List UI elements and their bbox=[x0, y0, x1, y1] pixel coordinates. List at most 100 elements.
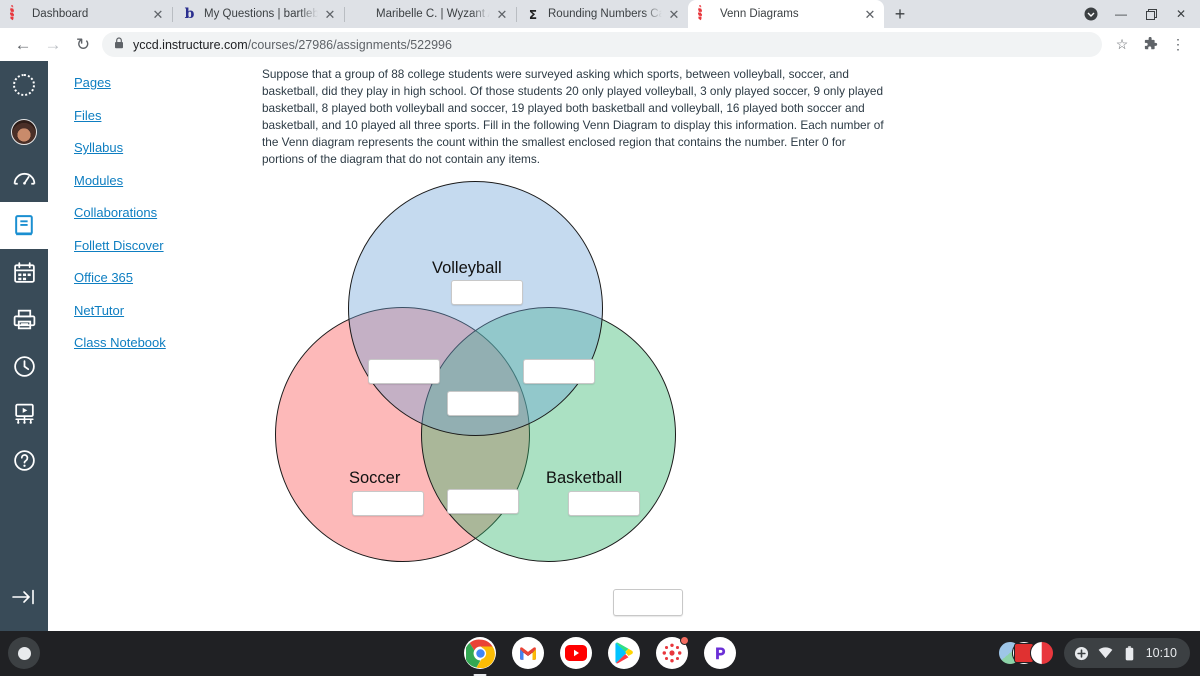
venn-label-basketball: Basketball bbox=[546, 469, 622, 488]
browser-menu-icon[interactable]: ⋮ bbox=[1164, 31, 1192, 59]
sidebar-item-studio[interactable] bbox=[0, 390, 48, 437]
course-nav-item-modules[interactable]: Modules bbox=[74, 173, 123, 188]
chromeos-shelf: 10:10 bbox=[0, 631, 1200, 675]
nav-collapse-button[interactable] bbox=[0, 577, 48, 617]
clock-time[interactable]: 10:10 bbox=[1146, 646, 1177, 660]
venn-diagram: Volleyball Soccer Basketball bbox=[258, 181, 698, 581]
avatar bbox=[11, 119, 37, 145]
reload-button[interactable]: ↻ bbox=[68, 30, 98, 60]
back-button[interactable]: ← bbox=[8, 30, 38, 60]
course-nav-item-class-notebook[interactable]: Class Notebook bbox=[74, 335, 166, 350]
calendar-icon bbox=[12, 260, 37, 285]
volleyball-basketball-input[interactable] bbox=[523, 359, 595, 384]
sigma-icon: Σ bbox=[526, 7, 541, 22]
sidebar-item-dashboard[interactable] bbox=[0, 155, 48, 202]
volleyball-soccer-input[interactable] bbox=[368, 359, 440, 384]
course-nav-item-follett-discover[interactable]: Follett Discover bbox=[74, 238, 164, 253]
canvas-ring-icon bbox=[698, 7, 713, 22]
tab-close-button[interactable]: ✕ bbox=[494, 6, 510, 22]
venn-label-soccer: Soccer bbox=[349, 469, 400, 488]
studio-icon bbox=[12, 401, 37, 426]
play-store-icon[interactable] bbox=[608, 637, 640, 669]
chrome-icon[interactable] bbox=[464, 637, 496, 669]
collapse-arrow-icon bbox=[11, 588, 37, 606]
url-host: yccd.instructure.com bbox=[133, 38, 248, 52]
sidebar-item-history[interactable] bbox=[0, 343, 48, 390]
notification-badge bbox=[680, 636, 689, 645]
url-path: /courses/27986/assignments/522996 bbox=[248, 38, 452, 52]
browser-tab-bartleby[interactable]: b My Questions | bartleby ✕ bbox=[172, 0, 344, 28]
volleyball-only-input[interactable] bbox=[451, 280, 523, 305]
page-viewport: Pages Files Syllabus Modules Collaborati… bbox=[0, 61, 1200, 631]
browser-tab-rounding-calculator[interactable]: Σ Rounding Numbers Calculator ✕ bbox=[516, 0, 688, 28]
assignment-content: Suppose that a group of 88 college stude… bbox=[248, 61, 1200, 631]
youtube-icon[interactable] bbox=[560, 637, 592, 669]
tab-close-button[interactable]: ✕ bbox=[862, 6, 878, 22]
browser-tab-dashboard[interactable]: Dashboard ✕ bbox=[0, 0, 172, 28]
course-nav-item-files[interactable]: Files bbox=[74, 108, 101, 123]
sidebar-item-canvas-logo[interactable] bbox=[0, 61, 48, 108]
window-controls: — ✕ bbox=[1076, 0, 1200, 28]
browser-tab-wyzant[interactable]: Maribelle C. | Wyzant Ask An E ✕ bbox=[344, 0, 516, 28]
tab-title: Maribelle C. | Wyzant Ask An E bbox=[376, 8, 490, 20]
wifi-icon[interactable] bbox=[1098, 646, 1113, 661]
lock-icon bbox=[114, 37, 124, 52]
minimize-button[interactable]: — bbox=[1106, 0, 1136, 28]
soccer-basketball-input[interactable] bbox=[447, 489, 519, 514]
sidebar-item-courses[interactable] bbox=[0, 202, 48, 249]
canvas-ring-icon bbox=[10, 7, 25, 22]
forward-button[interactable]: → bbox=[38, 30, 68, 60]
course-navigation: Pages Files Syllabus Modules Collaborati… bbox=[48, 61, 248, 631]
history-clock-icon bbox=[12, 354, 37, 379]
help-icon bbox=[12, 448, 37, 473]
soccer-only-input[interactable] bbox=[352, 491, 424, 516]
course-nav-item-collaborations[interactable]: Collaborations bbox=[74, 205, 157, 220]
tab-title: Rounding Numbers Calculator bbox=[548, 8, 662, 20]
pearson-icon[interactable] bbox=[704, 637, 736, 669]
bookmark-star-icon[interactable]: ☆ bbox=[1108, 31, 1136, 59]
outside-all-input[interactable] bbox=[613, 589, 683, 616]
canvas-student-icon[interactable] bbox=[656, 637, 688, 669]
browser-window: Dashboard ✕ b My Questions | bartleby ✕ … bbox=[0, 0, 1200, 631]
venn-label-volleyball: Volleyball bbox=[432, 259, 502, 278]
dashboard-icon bbox=[12, 166, 37, 191]
inbox-icon bbox=[12, 307, 37, 332]
all-three-input[interactable] bbox=[447, 391, 519, 416]
battery-icon[interactable] bbox=[1122, 646, 1137, 661]
course-nav-item-nettutor[interactable]: NetTutor bbox=[74, 303, 124, 318]
wyzant-icon bbox=[354, 7, 369, 22]
course-nav-item-syllabus[interactable]: Syllabus bbox=[74, 140, 123, 155]
sidebar-item-calendar[interactable] bbox=[0, 249, 48, 296]
address-bar[interactable]: yccd.instructure.com /courses/27986/assi… bbox=[102, 32, 1102, 57]
browser-toolbar: ← → ↻ yccd.instructure.com /courses/2798… bbox=[0, 28, 1200, 61]
tab-title: My Questions | bartleby bbox=[204, 8, 318, 20]
canvas-global-nav bbox=[0, 61, 48, 631]
close-window-button[interactable]: ✕ bbox=[1166, 0, 1196, 28]
course-nav-item-pages[interactable]: Pages bbox=[74, 75, 111, 90]
tab-strip: Dashboard ✕ b My Questions | bartleby ✕ … bbox=[0, 0, 1200, 28]
system-tray: 10:10 bbox=[998, 637, 1190, 669]
tab-close-button[interactable]: ✕ bbox=[322, 6, 338, 22]
sidebar-item-help[interactable] bbox=[0, 437, 48, 484]
extensions-puzzle-icon[interactable] bbox=[1136, 31, 1164, 59]
tab-title: Venn Diagrams bbox=[720, 8, 858, 20]
gmail-icon[interactable] bbox=[512, 637, 544, 669]
browser-tab-venn-diagrams[interactable]: Venn Diagrams ✕ bbox=[688, 0, 884, 28]
new-tab-button[interactable]: + bbox=[886, 0, 914, 28]
status-tray[interactable]: 10:10 bbox=[1064, 638, 1190, 668]
cast-icon[interactable] bbox=[1074, 646, 1089, 661]
canvas-logo-icon bbox=[13, 74, 35, 96]
sidebar-item-inbox[interactable] bbox=[0, 296, 48, 343]
courses-icon bbox=[12, 213, 37, 238]
course-nav-item-office-365[interactable]: Office 365 bbox=[74, 270, 133, 285]
sidebar-item-account[interactable] bbox=[0, 108, 48, 155]
tray-app-stack[interactable] bbox=[998, 639, 1056, 667]
tab-close-button[interactable]: ✕ bbox=[150, 6, 166, 22]
profile-icon[interactable] bbox=[1076, 0, 1106, 28]
tab-close-button[interactable]: ✕ bbox=[666, 6, 682, 22]
question-text: Suppose that a group of 88 college stude… bbox=[262, 66, 887, 168]
tab-title: Dashboard bbox=[32, 8, 146, 20]
bartleby-b-icon: b bbox=[182, 7, 197, 22]
maximize-button[interactable] bbox=[1136, 0, 1166, 28]
basketball-only-input[interactable] bbox=[568, 491, 640, 516]
